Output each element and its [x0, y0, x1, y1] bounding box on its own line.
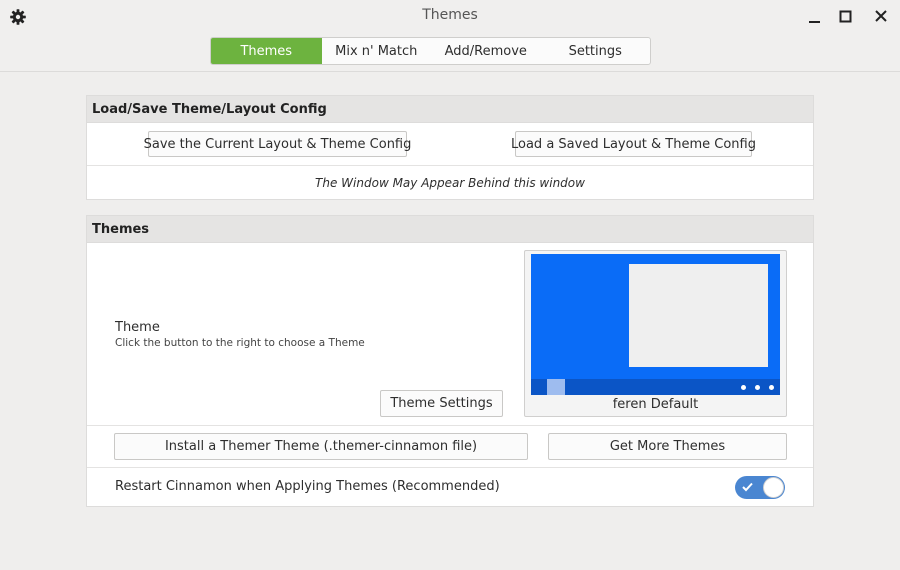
divider	[87, 467, 813, 468]
window-behind-note: The Window May Appear Behind this window	[315, 176, 585, 190]
tab-settings[interactable]: Settings	[541, 38, 651, 64]
theme-settings-button[interactable]: Theme Settings	[380, 390, 503, 417]
config-panel: Load/Save Theme/Layout Config Save the C…	[86, 95, 814, 200]
tab-add-remove[interactable]: Add/Remove	[431, 38, 541, 64]
preview-dot-icon	[741, 385, 746, 390]
theme-preview-button[interactable]: feren Default	[524, 250, 787, 417]
get-more-themes-button[interactable]: Get More Themes	[548, 433, 787, 460]
minimize-icon[interactable]	[804, 6, 826, 28]
save-config-button[interactable]: Save the Current Layout & Theme Config	[144, 131, 411, 157]
preview-window	[629, 264, 768, 367]
themes-panel: Themes Theme Click the button to the rig…	[86, 215, 814, 507]
tab-themes[interactable]: Themes	[211, 38, 322, 64]
window-title: Themes	[422, 7, 478, 23]
theme-hint: Click the button to the right to choose …	[115, 337, 365, 349]
theme-preview-image	[531, 254, 780, 395]
preview-dot-icon	[769, 385, 774, 390]
preview-panel	[531, 379, 780, 395]
config-panel-header: Load/Save Theme/Layout Config	[87, 96, 813, 123]
divider	[87, 165, 813, 166]
tab-bar: Themes Mix n' Match Add/Remove Settings	[210, 37, 651, 65]
title-bar: Themes Themes Mix n' Match Add/Remove Se…	[0, 0, 900, 72]
restart-cinnamon-label: Restart Cinnamon when Applying Themes (R…	[115, 479, 500, 494]
maximize-icon[interactable]	[835, 6, 857, 28]
install-theme-button[interactable]: Install a Themer Theme (.themer-cinnamon…	[114, 433, 528, 460]
theme-label: Theme	[115, 320, 160, 335]
themes-panel-header: Themes	[87, 216, 813, 243]
toggle-knob	[763, 477, 784, 498]
restart-cinnamon-toggle[interactable]	[735, 476, 785, 499]
preview-menu-icon	[547, 379, 565, 395]
load-config-button[interactable]: Load a Saved Layout & Theme Config	[511, 131, 756, 157]
preview-dot-icon	[755, 385, 760, 390]
theme-preview-name: feren Default	[612, 397, 699, 412]
divider	[87, 425, 813, 426]
check-icon	[742, 482, 753, 492]
close-icon[interactable]	[870, 6, 892, 28]
tab-mix-n-match[interactable]: Mix n' Match	[322, 38, 432, 64]
